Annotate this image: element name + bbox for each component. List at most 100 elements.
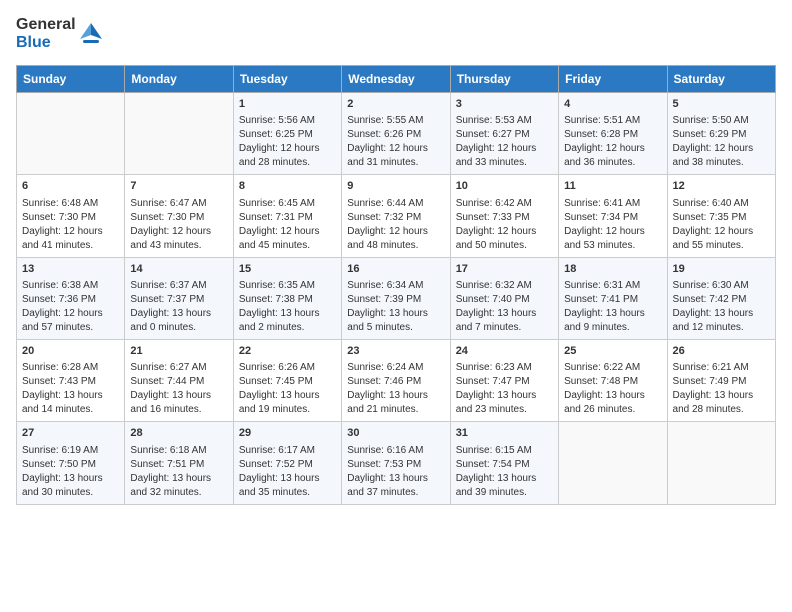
day-info-line: Sunrise: 6:40 AM xyxy=(673,197,770,211)
day-info-line: and 33 minutes. xyxy=(456,156,553,170)
day-info-line: Daylight: 12 hours xyxy=(347,225,444,239)
day-info-line: Daylight: 13 hours xyxy=(456,472,553,486)
day-info-line: Sunrise: 6:16 AM xyxy=(347,444,444,458)
day-info-line: Daylight: 13 hours xyxy=(22,472,119,486)
day-info-line: and 53 minutes. xyxy=(564,239,661,253)
day-info-line: Daylight: 13 hours xyxy=(130,307,227,321)
calendar-cell: 6Sunrise: 6:48 AMSunset: 7:30 PMDaylight… xyxy=(17,175,125,257)
day-number: 9 xyxy=(347,179,444,194)
day-info-line: and 26 minutes. xyxy=(564,403,661,417)
day-number: 20 xyxy=(22,344,119,359)
calendar-cell: 3Sunrise: 5:53 AMSunset: 6:27 PMDaylight… xyxy=(450,92,558,174)
day-info-line: Daylight: 13 hours xyxy=(130,472,227,486)
day-info-line: and 16 minutes. xyxy=(130,403,227,417)
day-info-line: Sunset: 7:44 PM xyxy=(130,375,227,389)
day-info-line: Sunrise: 6:21 AM xyxy=(673,361,770,375)
day-info-line: and 19 minutes. xyxy=(239,403,336,417)
day-info-line: Sunrise: 6:41 AM xyxy=(564,197,661,211)
day-info-line: Daylight: 12 hours xyxy=(130,225,227,239)
col-header-tuesday: Tuesday xyxy=(233,65,341,92)
day-info-line: Daylight: 13 hours xyxy=(456,389,553,403)
day-info-line: Sunrise: 6:31 AM xyxy=(564,279,661,293)
day-number: 10 xyxy=(456,179,553,194)
day-number: 22 xyxy=(239,344,336,359)
day-number: 30 xyxy=(347,426,444,441)
day-info-line: and 2 minutes. xyxy=(239,321,336,335)
calendar-cell: 2Sunrise: 5:55 AMSunset: 6:26 PMDaylight… xyxy=(342,92,450,174)
calendar-cell: 31Sunrise: 6:15 AMSunset: 7:54 PMDayligh… xyxy=(450,422,558,504)
day-info-line: Sunrise: 6:32 AM xyxy=(456,279,553,293)
day-number: 28 xyxy=(130,426,227,441)
day-info-line: Daylight: 12 hours xyxy=(456,142,553,156)
day-number: 12 xyxy=(673,179,770,194)
calendar-cell: 10Sunrise: 6:42 AMSunset: 7:33 PMDayligh… xyxy=(450,175,558,257)
day-info-line: and 37 minutes. xyxy=(347,486,444,500)
calendar-cell xyxy=(17,92,125,174)
day-info-line: and 14 minutes. xyxy=(22,403,119,417)
day-info-line: Sunrise: 6:30 AM xyxy=(673,279,770,293)
day-info-line: Daylight: 13 hours xyxy=(347,472,444,486)
calendar-cell: 1Sunrise: 5:56 AMSunset: 6:25 PMDaylight… xyxy=(233,92,341,174)
day-info-line: Sunrise: 6:19 AM xyxy=(22,444,119,458)
day-info-line: Daylight: 13 hours xyxy=(673,307,770,321)
day-info-line: Sunset: 7:51 PM xyxy=(130,458,227,472)
day-info-line: Sunrise: 6:18 AM xyxy=(130,444,227,458)
day-info-line: Sunrise: 6:37 AM xyxy=(130,279,227,293)
day-info-line: Sunset: 7:30 PM xyxy=(22,211,119,225)
day-info-line: Sunrise: 5:56 AM xyxy=(239,114,336,128)
calendar-cell: 29Sunrise: 6:17 AMSunset: 7:52 PMDayligh… xyxy=(233,422,341,504)
day-number: 7 xyxy=(130,179,227,194)
day-info-line: Sunset: 7:30 PM xyxy=(130,211,227,225)
day-info-line: Sunrise: 6:17 AM xyxy=(239,444,336,458)
day-info-line: and 43 minutes. xyxy=(130,239,227,253)
calendar-cell: 25Sunrise: 6:22 AMSunset: 7:48 PMDayligh… xyxy=(559,339,667,421)
day-info-line: Daylight: 13 hours xyxy=(239,472,336,486)
day-info-line: Sunrise: 6:26 AM xyxy=(239,361,336,375)
day-info-line: Daylight: 13 hours xyxy=(239,307,336,321)
day-info-line: and 7 minutes. xyxy=(456,321,553,335)
day-number: 31 xyxy=(456,426,553,441)
day-number: 16 xyxy=(347,262,444,277)
day-info-line: and 48 minutes. xyxy=(347,239,444,253)
day-info-line: Daylight: 13 hours xyxy=(564,307,661,321)
day-info-line: Sunrise: 6:35 AM xyxy=(239,279,336,293)
calendar-cell: 12Sunrise: 6:40 AMSunset: 7:35 PMDayligh… xyxy=(667,175,775,257)
day-number: 17 xyxy=(456,262,553,277)
day-info-line: Sunset: 6:29 PM xyxy=(673,128,770,142)
calendar-cell: 5Sunrise: 5:50 AMSunset: 6:29 PMDaylight… xyxy=(667,92,775,174)
calendar-cell: 30Sunrise: 6:16 AMSunset: 7:53 PMDayligh… xyxy=(342,422,450,504)
day-info-line: and 28 minutes. xyxy=(239,156,336,170)
day-info-line: Daylight: 12 hours xyxy=(564,142,661,156)
day-info-line: and 9 minutes. xyxy=(564,321,661,335)
day-info-line: Sunset: 6:26 PM xyxy=(347,128,444,142)
day-info-line: Sunrise: 6:15 AM xyxy=(456,444,553,458)
day-info-line: and 36 minutes. xyxy=(564,156,661,170)
day-info-line: Daylight: 12 hours xyxy=(564,225,661,239)
day-info-line: Sunset: 6:25 PM xyxy=(239,128,336,142)
day-info-line: Sunrise: 6:45 AM xyxy=(239,197,336,211)
day-info-line: Sunset: 7:47 PM xyxy=(456,375,553,389)
day-number: 5 xyxy=(673,97,770,112)
day-info-line: Sunset: 7:38 PM xyxy=(239,293,336,307)
day-info-line: Sunset: 6:28 PM xyxy=(564,128,661,142)
day-number: 13 xyxy=(22,262,119,277)
day-info-line: Daylight: 12 hours xyxy=(673,142,770,156)
page-header: General Blue xyxy=(16,16,776,53)
day-info-line: Daylight: 13 hours xyxy=(456,307,553,321)
col-header-monday: Monday xyxy=(125,65,233,92)
day-info-line: Sunset: 7:49 PM xyxy=(673,375,770,389)
day-info-line: and 38 minutes. xyxy=(673,156,770,170)
day-info-line: Sunrise: 6:42 AM xyxy=(456,197,553,211)
day-info-line: and 39 minutes. xyxy=(456,486,553,500)
day-info-line: Sunset: 7:36 PM xyxy=(22,293,119,307)
day-info-line: Sunrise: 6:28 AM xyxy=(22,361,119,375)
day-info-line: and 32 minutes. xyxy=(130,486,227,500)
day-number: 23 xyxy=(347,344,444,359)
day-info-line: Sunset: 7:34 PM xyxy=(564,211,661,225)
day-info-line: and 21 minutes. xyxy=(347,403,444,417)
day-info-line: and 41 minutes. xyxy=(22,239,119,253)
day-info-line: Sunrise: 6:34 AM xyxy=(347,279,444,293)
day-info-line: and 23 minutes. xyxy=(456,403,553,417)
day-info-line: and 12 minutes. xyxy=(673,321,770,335)
day-number: 29 xyxy=(239,426,336,441)
